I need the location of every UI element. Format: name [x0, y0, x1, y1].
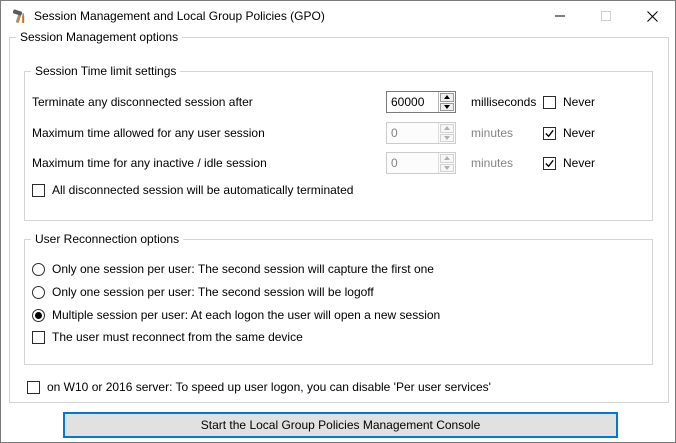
same-device-label: The user must reconnect from the same de…	[52, 330, 303, 344]
session-management-dialog: { "window": { "title": "Session Manageme…	[0, 0, 676, 443]
start-gpo-console-button[interactable]: Start the Local Group Policies Managemen…	[63, 412, 618, 438]
max-user-session-label: Maximum time allowed for any user sessio…	[32, 126, 265, 140]
same-device-checkbox[interactable]: The user must reconnect from the same de…	[32, 330, 303, 344]
window-controls	[537, 1, 675, 31]
radio-circle-icon	[32, 308, 45, 322]
radio-circle-icon	[32, 285, 45, 299]
never-checkbox-3[interactable]: Never	[543, 156, 595, 170]
max-user-session-input[interactable]: 0	[387, 123, 438, 143]
radio-logoff-second-session[interactable]: Only one session per user: The second se…	[32, 285, 374, 299]
session-time-limit-group: Session Time limit settings Terminate an…	[24, 64, 653, 221]
triangle-up-icon	[444, 95, 450, 100]
auto-terminate-label: All disconnected session will be automat…	[52, 183, 354, 197]
maximize-icon	[601, 11, 611, 21]
checkbox-box	[27, 380, 40, 394]
unit-label: milliseconds	[471, 95, 537, 109]
radio-label: Only one session per user: The second se…	[52, 262, 434, 276]
auto-terminate-line: All disconnected session will be automat…	[25, 182, 652, 198]
radio-capture-first-session[interactable]: Only one session per user: The second se…	[32, 262, 434, 276]
terminate-disconnected-row: Terminate any disconnected session after…	[25, 91, 652, 113]
radio-label: Multiple session per user: At each logon…	[52, 308, 441, 322]
checkmark-icon	[545, 129, 554, 137]
triangle-down-icon	[444, 104, 450, 109]
max-user-session-row: Maximum time allowed for any user sessio…	[25, 122, 652, 144]
spinner-buttons	[438, 92, 455, 112]
window-title: Session Management and Local Group Polic…	[34, 9, 325, 23]
auto-terminate-checkbox[interactable]: All disconnected session will be automat…	[32, 183, 353, 197]
reconnection-option-line: Only one session per user: The second se…	[25, 284, 652, 300]
radio-multiple-sessions[interactable]: Multiple session per user: At each logon…	[32, 308, 440, 322]
triangle-up-icon	[444, 126, 450, 131]
radio-label: Only one session per user: The second se…	[52, 285, 374, 299]
reconnection-option-line: Multiple session per user: At each logon…	[25, 307, 652, 323]
tools-hammer-icon	[12, 8, 25, 23]
checkmark-icon	[545, 159, 554, 167]
group-title: Session Time limit settings	[31, 64, 181, 78]
spin-up-button[interactable]	[440, 124, 454, 133]
unit-label: minutes	[471, 156, 514, 170]
user-reconnection-group: User Reconnection options Only one sessi…	[24, 232, 653, 365]
same-device-line: The user must reconnect from the same de…	[25, 329, 652, 345]
spin-down-button[interactable]	[440, 163, 454, 172]
terminate-timeout-input[interactable]: 60000	[387, 92, 438, 112]
max-idle-session-row: Maximum time for any inactive / idle ses…	[25, 152, 652, 174]
spinner-buttons	[438, 153, 455, 173]
max-idle-session-spinner: 0	[386, 152, 456, 174]
terminate-timeout-spinner: 60000	[386, 91, 456, 113]
maximize-button[interactable]	[583, 1, 629, 31]
spin-up-button[interactable]	[440, 154, 454, 163]
triangle-down-icon	[444, 135, 450, 140]
never-label: Never	[563, 95, 596, 109]
triangle-up-icon	[444, 156, 450, 161]
radio-circle-icon	[32, 262, 45, 276]
max-idle-session-label: Maximum time for any inactive / idle ses…	[32, 156, 267, 170]
group-title: Session Management options	[16, 30, 183, 44]
spin-down-button[interactable]	[440, 102, 454, 111]
spin-up-button[interactable]	[440, 93, 454, 102]
unit-label: minutes	[471, 126, 514, 140]
spinner-buttons	[438, 123, 455, 143]
never-checkbox-1[interactable]: Never	[543, 95, 595, 109]
never-checkbox-2[interactable]: Never	[543, 126, 595, 140]
minimize-button[interactable]	[537, 1, 583, 31]
checkbox-box	[543, 156, 556, 170]
per-user-services-checkbox[interactable]: on W10 or 2016 server: To speed up user …	[27, 380, 491, 394]
close-button[interactable]	[629, 1, 675, 31]
close-icon	[646, 10, 658, 22]
session-management-options-group: Session Management options Session Time …	[9, 30, 669, 403]
spin-down-button[interactable]	[440, 133, 454, 142]
checkbox-box	[32, 183, 45, 197]
checkbox-box	[32, 330, 45, 344]
max-idle-session-input[interactable]: 0	[387, 153, 438, 173]
terminate-disconnected-label: Terminate any disconnected session after	[32, 95, 253, 109]
reconnection-option-line: Only one session per user: The second se…	[25, 261, 652, 277]
minimize-icon	[555, 15, 565, 17]
checkbox-box	[543, 126, 556, 140]
triangle-down-icon	[444, 165, 450, 170]
per-user-services-line: on W10 or 2016 server: To speed up user …	[20, 379, 668, 395]
max-user-session-spinner: 0	[386, 122, 456, 144]
titlebar: Session Management and Local Group Polic…	[1, 1, 675, 31]
never-label: Never	[563, 126, 596, 140]
per-user-services-label: on W10 or 2016 server: To speed up user …	[47, 380, 491, 394]
never-label: Never	[563, 156, 596, 170]
checkbox-box	[543, 95, 556, 109]
group-title: User Reconnection options	[31, 232, 184, 246]
